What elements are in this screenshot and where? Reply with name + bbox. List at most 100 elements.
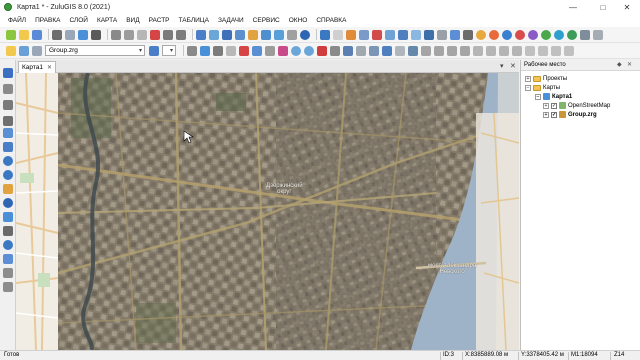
tool-icon[interactable]: [372, 29, 382, 40]
edit-tool-icon[interactable]: [239, 45, 249, 56]
layers-icon[interactable]: [91, 29, 101, 40]
edit-tool-icon[interactable]: [265, 45, 275, 56]
edit-tool-icon[interactable]: [564, 45, 574, 56]
open-icon[interactable]: [19, 29, 29, 40]
edit-tool-icon[interactable]: [395, 45, 405, 56]
export-icon[interactable]: [78, 29, 88, 40]
menu-table[interactable]: ТАБЛИЦА: [179, 17, 209, 24]
cut-icon[interactable]: [111, 29, 121, 40]
active-layer-select[interactable]: Group.zrg ▾: [45, 45, 145, 56]
edit-tool-icon[interactable]: [187, 45, 197, 56]
network-icon[interactable]: [320, 29, 330, 40]
pen-icon[interactable]: [149, 45, 159, 56]
map-properties-icon[interactable]: [196, 29, 206, 40]
menu-map[interactable]: КАРТА: [97, 17, 117, 24]
tool-icon[interactable]: [346, 29, 356, 40]
edit-tool-icon[interactable]: [343, 45, 353, 56]
edit-tool-icon[interactable]: [473, 45, 483, 56]
tool-icon[interactable]: [359, 29, 369, 40]
layer-properties-icon[interactable]: [19, 45, 29, 56]
help-icon[interactable]: [300, 29, 310, 40]
select-object-icon[interactable]: [3, 84, 13, 94]
edit-tool-icon[interactable]: [421, 45, 431, 56]
draw-line-icon[interactable]: [317, 45, 327, 56]
close-icon[interactable]: ✕: [614, 0, 640, 14]
expand-icon[interactable]: +: [525, 75, 531, 82]
map-canvas[interactable]: Дзержинский округ мост Александра Невско…: [16, 73, 519, 350]
save-icon[interactable]: [32, 29, 42, 40]
edit-tool-icon[interactable]: [447, 45, 457, 56]
edit-tool-icon[interactable]: [538, 45, 548, 56]
tool-icon[interactable]: [463, 29, 473, 40]
raster-icon[interactable]: [274, 29, 284, 40]
binoculars-icon[interactable]: [3, 226, 13, 236]
new-map-icon[interactable]: [6, 29, 16, 40]
theme-icon[interactable]: [248, 29, 258, 40]
tool-icon[interactable]: [398, 29, 408, 40]
menu-tasks[interactable]: ЗАДАЧИ: [218, 17, 244, 24]
delete-icon[interactable]: [150, 29, 160, 40]
expand-icon[interactable]: +: [543, 111, 549, 118]
tree-item-projects[interactable]: + Проекты: [525, 74, 567, 83]
close-icon[interactable]: ✕: [627, 60, 632, 71]
edit-tool-icon[interactable]: [213, 45, 223, 56]
layer-visibility-icon[interactable]: [32, 45, 42, 56]
tree-item-openstreetmap[interactable]: + ✓ OpenStreetMap: [543, 101, 610, 110]
tab-map1[interactable]: Карта1 ✕: [18, 61, 56, 73]
edit-tool-icon[interactable]: [330, 45, 340, 56]
tool-icon[interactable]: [593, 29, 603, 40]
rectangle-tool-icon[interactable]: [3, 128, 13, 138]
tool-icon[interactable]: [580, 29, 590, 40]
edit-tool-icon[interactable]: [226, 45, 236, 56]
close-tab-icon[interactable]: ✕: [47, 64, 52, 71]
forward-arrow-icon[interactable]: [304, 45, 314, 56]
edit-tool-icon[interactable]: [434, 45, 444, 56]
query-icon[interactable]: [235, 29, 245, 40]
plugin-badge-icon[interactable]: [541, 29, 551, 40]
menu-raster[interactable]: РАСТР: [149, 17, 170, 24]
zoom-in-icon[interactable]: [3, 156, 13, 166]
plugin-badge-icon[interactable]: [554, 29, 564, 40]
settings-icon[interactable]: [3, 282, 13, 292]
edit-tool-icon[interactable]: [200, 45, 210, 56]
print-icon[interactable]: [52, 29, 62, 40]
tool-icon[interactable]: [424, 29, 434, 40]
select-region-icon[interactable]: [3, 116, 13, 126]
redo-icon[interactable]: [176, 29, 186, 40]
tab-list-icon[interactable]: ▾: [500, 62, 504, 70]
info-icon[interactable]: [3, 198, 13, 208]
style-select[interactable]: ▾: [162, 45, 176, 56]
edit-tool-icon[interactable]: [551, 45, 561, 56]
plugin-badge-icon[interactable]: [515, 29, 525, 40]
plugin-badge-icon[interactable]: [567, 29, 577, 40]
edit-tool-icon[interactable]: [252, 45, 262, 56]
edit-tool-icon[interactable]: [356, 45, 366, 56]
select-node-icon[interactable]: [3, 100, 13, 110]
collapse-icon[interactable]: −: [525, 84, 531, 91]
expand-icon[interactable]: +: [543, 102, 549, 109]
undo-icon[interactable]: [163, 29, 173, 40]
table-icon[interactable]: [222, 29, 232, 40]
tree-item-map1[interactable]: − Карта1: [535, 92, 572, 101]
close-icon[interactable]: ✕: [510, 62, 516, 70]
pan-hand-icon[interactable]: [3, 184, 13, 194]
plugin-badge-icon[interactable]: [528, 29, 538, 40]
tool-icon[interactable]: [450, 29, 460, 40]
grid-icon[interactable]: [261, 29, 271, 40]
minimize-icon[interactable]: —: [560, 0, 586, 14]
tool-icon[interactable]: [411, 29, 421, 40]
maximize-icon[interactable]: □: [590, 0, 616, 14]
edit-tool-icon[interactable]: [408, 45, 418, 56]
back-arrow-icon[interactable]: [291, 45, 301, 56]
tool-icon[interactable]: [333, 29, 343, 40]
menu-edit[interactable]: ПРАВКА: [35, 17, 60, 24]
measure-icon[interactable]: [3, 212, 13, 222]
print-preview-icon[interactable]: [65, 29, 75, 40]
pin-icon[interactable]: ◆: [617, 60, 622, 71]
edit-tool-icon[interactable]: [278, 45, 288, 56]
menu-service[interactable]: СЕРВИС: [253, 17, 280, 24]
grid-tool-icon[interactable]: [3, 142, 13, 152]
refresh-icon[interactable]: [3, 240, 13, 250]
edit-tool-icon[interactable]: [369, 45, 379, 56]
edit-tool-icon[interactable]: [499, 45, 509, 56]
